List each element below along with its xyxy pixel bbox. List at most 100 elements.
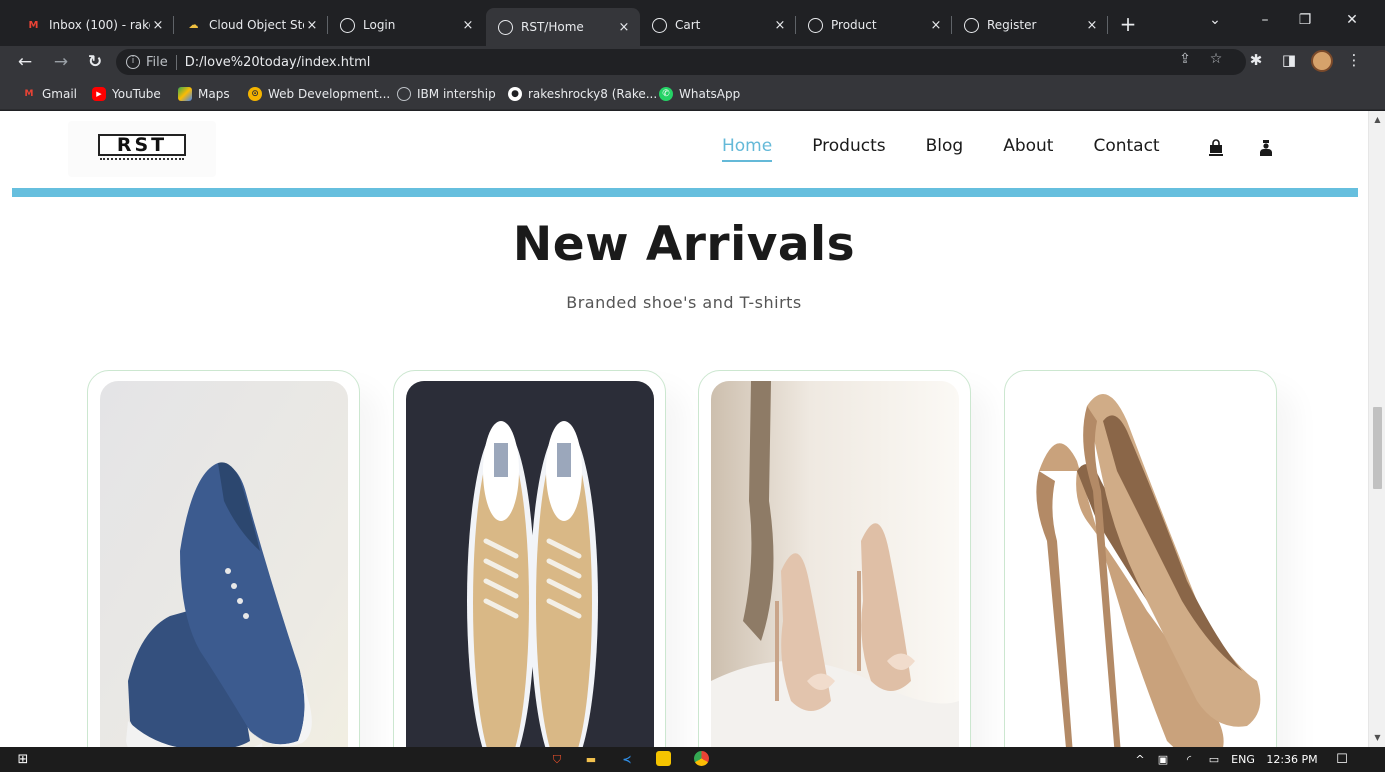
bookmark-label: Web Development... — [268, 87, 391, 101]
minimize-icon[interactable]: – — [1253, 12, 1277, 28]
file-explorer-icon[interactable]: ▬ — [582, 751, 600, 768]
app-icon[interactable] — [654, 751, 672, 768]
tab-search-icon[interactable]: ⌄ — [1203, 12, 1227, 28]
tab-register[interactable]: Register × — [952, 10, 1108, 40]
windows-start-icon[interactable]: ⊞ — [14, 751, 32, 768]
shopping-bag-icon[interactable] — [1208, 139, 1224, 157]
tab-product[interactable]: Product × — [796, 10, 952, 40]
scroll-down-icon[interactable]: ▼ — [1369, 733, 1385, 742]
notification-tray-icon[interactable]: ▣ — [1155, 751, 1171, 768]
gmail-icon: M — [24, 89, 34, 99]
share-icon[interactable]: ⇪ — [1175, 51, 1195, 67]
bookmark-label: WhatsApp — [679, 87, 741, 101]
extensions-icon[interactable]: ✱ — [1245, 51, 1267, 69]
bookmark-label: Maps — [198, 87, 230, 101]
tab-gmail[interactable]: M Inbox (100) - rake × — [14, 10, 174, 40]
nav-contact[interactable]: Contact — [1093, 136, 1159, 156]
info-icon[interactable]: i — [126, 55, 140, 69]
tab-label: Cart — [675, 18, 701, 32]
window-close-icon[interactable]: ✕ — [1340, 12, 1364, 28]
action-center-icon[interactable]: ☐ — [1333, 751, 1351, 768]
chrome-icon[interactable] — [692, 751, 710, 768]
address-scheme: File — [146, 54, 168, 70]
nav-home[interactable]: Home — [722, 136, 773, 162]
nav-blog[interactable]: Blog — [926, 136, 964, 156]
whatsapp-icon: ✆ — [659, 87, 673, 101]
nav-products[interactable]: Products — [812, 136, 885, 156]
product-card[interactable] — [393, 370, 666, 747]
bookmark-label: rakeshrocky8 (Rake... — [528, 87, 658, 101]
beige-stiletto-image[interactable] — [1017, 381, 1265, 747]
reload-icon[interactable]: ↻ — [84, 51, 106, 73]
page-scrollbar[interactable]: ▲ ▼ — [1368, 111, 1385, 747]
tan-canvas-shoes-image[interactable] — [406, 381, 654, 747]
bookmark-maps[interactable]: Maps — [178, 85, 230, 103]
tab-cloud[interactable]: ☁ Cloud Object Sto × — [174, 10, 328, 40]
tab-rst-home[interactable]: RST/Home × — [486, 8, 640, 46]
product-card[interactable] — [1004, 370, 1277, 747]
close-icon[interactable]: × — [150, 18, 166, 33]
close-icon[interactable]: × — [616, 20, 632, 35]
restore-icon[interactable]: ❐ — [1293, 12, 1317, 28]
blue-sneaker-image[interactable] — [100, 381, 348, 747]
bookmark-ibm[interactable]: IBM intership — [397, 85, 496, 103]
tab-login[interactable]: Login × — [328, 10, 484, 40]
browser-toolbar: ← → ↻ i File D:/love%20today/index.html … — [0, 46, 1385, 78]
battery-icon[interactable]: ▭ — [1205, 751, 1223, 768]
logo-text: RST — [98, 134, 186, 156]
back-icon[interactable]: ← — [14, 51, 36, 73]
menu-kebab-icon[interactable]: ⋮ — [1343, 51, 1365, 69]
close-icon[interactable]: × — [1084, 18, 1100, 33]
bookmark-whatsapp[interactable]: ✆ WhatsApp — [659, 85, 740, 103]
bookmark-youtube[interactable]: ▶ YouTube — [92, 85, 161, 103]
site-logo[interactable]: RST — [68, 121, 216, 177]
tab-strip: M Inbox (100) - rake × ☁ Cloud Object St… — [0, 0, 1385, 46]
globe-icon — [808, 17, 823, 33]
new-tab-button[interactable]: + — [1117, 12, 1139, 36]
tab-cart[interactable]: Cart × — [640, 10, 796, 40]
nude-bow-heels-image[interactable] — [711, 381, 959, 747]
product-card[interactable] — [87, 370, 360, 747]
bookmark-star-icon[interactable]: ☆ — [1206, 51, 1226, 67]
cloud-icon: ☁ — [188, 19, 199, 31]
main-nav: Home Products Blog About Contact — [722, 136, 1200, 162]
close-icon[interactable]: × — [772, 18, 788, 33]
address-url[interactable]: D:/love%20today/index.html — [185, 55, 371, 70]
nav-about[interactable]: About — [1003, 136, 1053, 156]
windows-taskbar: ⊞ ⛉ ▬ ≺ ^ ▣ ◜ ▭ ENG 12:36 PM ☐ — [0, 747, 1385, 772]
profile-avatar[interactable] — [1311, 50, 1333, 72]
site-header: RST Home Products Blog About Contact — [12, 111, 1358, 189]
bookmark-gmail[interactable]: M Gmail — [22, 85, 78, 103]
chevron-up-icon[interactable]: ^ — [1133, 751, 1147, 768]
close-icon[interactable]: × — [928, 18, 944, 33]
close-icon[interactable]: × — [304, 18, 320, 33]
language-indicator[interactable]: ENG — [1228, 751, 1258, 768]
bookmark-label: IBM intership — [417, 87, 496, 101]
side-panel-icon[interactable]: ◨ — [1278, 51, 1300, 69]
maps-icon — [178, 87, 192, 101]
vscode-icon[interactable]: ≺ — [618, 751, 636, 768]
close-icon[interactable]: × — [460, 18, 476, 33]
clock[interactable]: 12:36 PM — [1264, 751, 1320, 768]
scroll-up-icon[interactable]: ▲ — [1369, 115, 1385, 124]
page-viewport: RST Home Products Blog About Contact New… — [0, 111, 1385, 747]
bookmark-label: Gmail — [42, 87, 78, 101]
scrollbar-thumb[interactable] — [1373, 407, 1382, 489]
bookmark-web-development[interactable]: ⊙ Web Development... — [248, 85, 390, 103]
brave-icon[interactable]: ⛉ — [549, 751, 565, 768]
tab-label: Login — [363, 18, 396, 32]
tab-label: Register — [987, 18, 1037, 32]
forward-icon[interactable]: → — [50, 51, 72, 73]
bookmark-label: YouTube — [112, 87, 161, 101]
section-title: New Arrivals — [512, 217, 856, 272]
globe-icon — [397, 87, 411, 101]
header-accent-bar — [12, 188, 1358, 197]
gmail-icon: M — [28, 19, 39, 31]
github-icon: ● — [508, 87, 522, 101]
wifi-icon[interactable]: ◜ — [1181, 751, 1197, 768]
globe-icon — [340, 17, 355, 33]
bookmark-github[interactable]: ● rakeshrocky8 (Rake... — [508, 85, 657, 103]
product-card[interactable] — [698, 370, 971, 747]
user-icon[interactable] — [1258, 139, 1274, 157]
address-bar[interactable]: i File D:/love%20today/index.html — [116, 49, 1246, 75]
